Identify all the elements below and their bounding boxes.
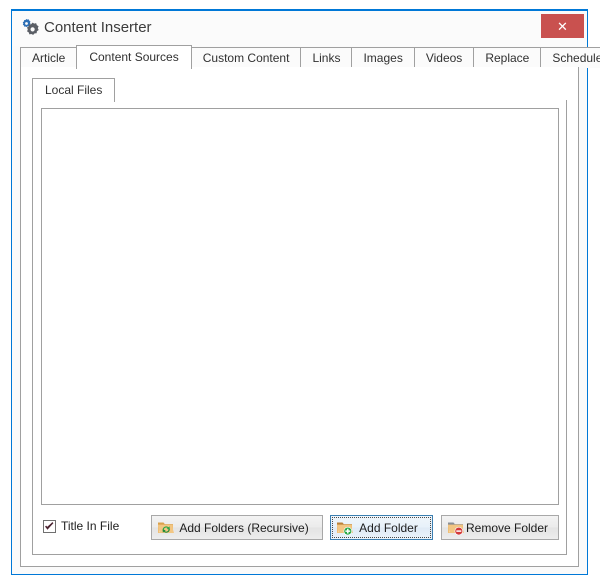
inner-tab-label: Local Files — [45, 83, 103, 97]
main-tab-control: Article Content Sources Custom Content L… — [20, 45, 600, 567]
tab-label: Content Sources — [89, 50, 179, 64]
title-bar: Content Inserter ✕ — [12, 11, 587, 46]
title-in-file-checkbox[interactable]: Title In File — [43, 519, 119, 533]
tab-replace[interactable]: Replace — [473, 47, 542, 68]
tab-label: Links — [312, 51, 341, 65]
gears-icon — [20, 17, 42, 39]
inner-tab-strip: Local Files — [32, 78, 567, 102]
tab-strip: Article Content Sources Custom Content L… — [20, 45, 600, 69]
tab-article[interactable]: Article — [20, 47, 78, 68]
folder-recursive-icon — [157, 519, 175, 537]
check-icon — [45, 521, 54, 530]
tab-custom-content[interactable]: Custom Content — [190, 47, 302, 68]
action-bar: Title In File Add Folders (Recursive) Ad… — [41, 515, 559, 541]
close-button[interactable]: ✕ — [541, 14, 584, 38]
tab-label: Videos — [425, 51, 463, 65]
tab-label: Images — [363, 51, 403, 65]
tab-label: Custom Content — [202, 51, 290, 65]
tab-schedule[interactable]: Schedule — [540, 47, 600, 68]
tab-videos[interactable]: Videos — [413, 47, 475, 68]
add-folders-recursive-button[interactable]: Add Folders (Recursive) — [151, 515, 323, 540]
folder-add-icon — [336, 519, 354, 537]
folder-remove-icon — [447, 519, 465, 537]
button-label: Add Folders (Recursive) — [179, 520, 309, 535]
tab-local-files[interactable]: Local Files — [32, 78, 116, 102]
checkbox-box — [43, 519, 56, 533]
remove-folder-button[interactable]: Remove Folder — [441, 515, 559, 540]
tab-label: Article — [32, 51, 66, 65]
tab-label: Replace — [485, 51, 530, 65]
local-files-tab-control: Local Files Title In File Add Folders (R… — [32, 78, 567, 555]
add-folder-button[interactable]: Add Folder — [330, 515, 433, 540]
title-in-file-label: Title In File — [61, 519, 120, 533]
tab-links[interactable]: Links — [300, 47, 353, 68]
file-list-box[interactable] — [41, 108, 559, 505]
tab-page-content-sources: Local Files Title In File Add Folders (R… — [20, 67, 579, 567]
tab-images[interactable]: Images — [351, 47, 415, 68]
window-title: Content Inserter — [44, 19, 152, 36]
close-icon: ✕ — [557, 18, 568, 34]
application-window: Content Inserter ✕ Article Content Sourc… — [11, 9, 600, 575]
tab-label: Schedule — [552, 51, 600, 65]
tab-content-sources[interactable]: Content Sources — [76, 45, 192, 69]
inner-tab-page-local-files: Title In File Add Folders (Recursive) Ad… — [32, 100, 567, 555]
